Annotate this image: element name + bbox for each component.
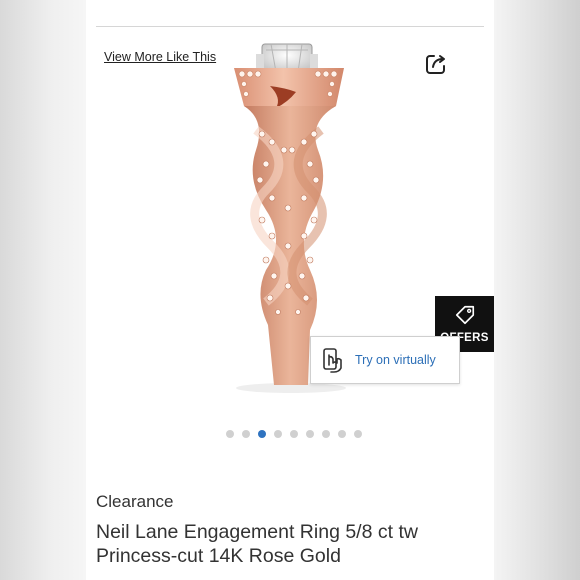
carousel-dot[interactable] (354, 430, 362, 438)
carousel-dot[interactable] (274, 430, 282, 438)
carousel-dots (226, 430, 362, 438)
carousel-dot[interactable] (306, 430, 314, 438)
background-right (494, 0, 580, 580)
try-on-button[interactable]: Try on virtually (310, 336, 460, 384)
product-title-line-1: Neil Lane Engagement Ring 5/8 ct tw (96, 521, 418, 543)
hand-phone-icon (323, 348, 342, 373)
carousel-dot[interactable] (242, 430, 250, 438)
clearance-badge: Clearance (96, 492, 174, 511)
product-title: Neil Lane Engagement Ring 5/8 ct tw Prin… (96, 520, 486, 568)
carousel-dot-active[interactable] (258, 430, 266, 438)
divider (96, 26, 484, 27)
product-card: View More Like This OFFERS Try on virtua… (86, 0, 494, 580)
carousel-dot[interactable] (322, 430, 330, 438)
carousel-dot[interactable] (226, 430, 234, 438)
view-more-link[interactable]: View More Like This (104, 50, 216, 64)
share-icon[interactable] (424, 52, 448, 76)
background-left (0, 0, 86, 580)
try-on-label: Try on virtually (355, 353, 436, 367)
carousel-dot[interactable] (338, 430, 346, 438)
tag-icon (455, 305, 474, 325)
product-title-line-2: Princess-cut 14K Rose Gold (96, 545, 341, 567)
carousel-dot[interactable] (290, 430, 298, 438)
